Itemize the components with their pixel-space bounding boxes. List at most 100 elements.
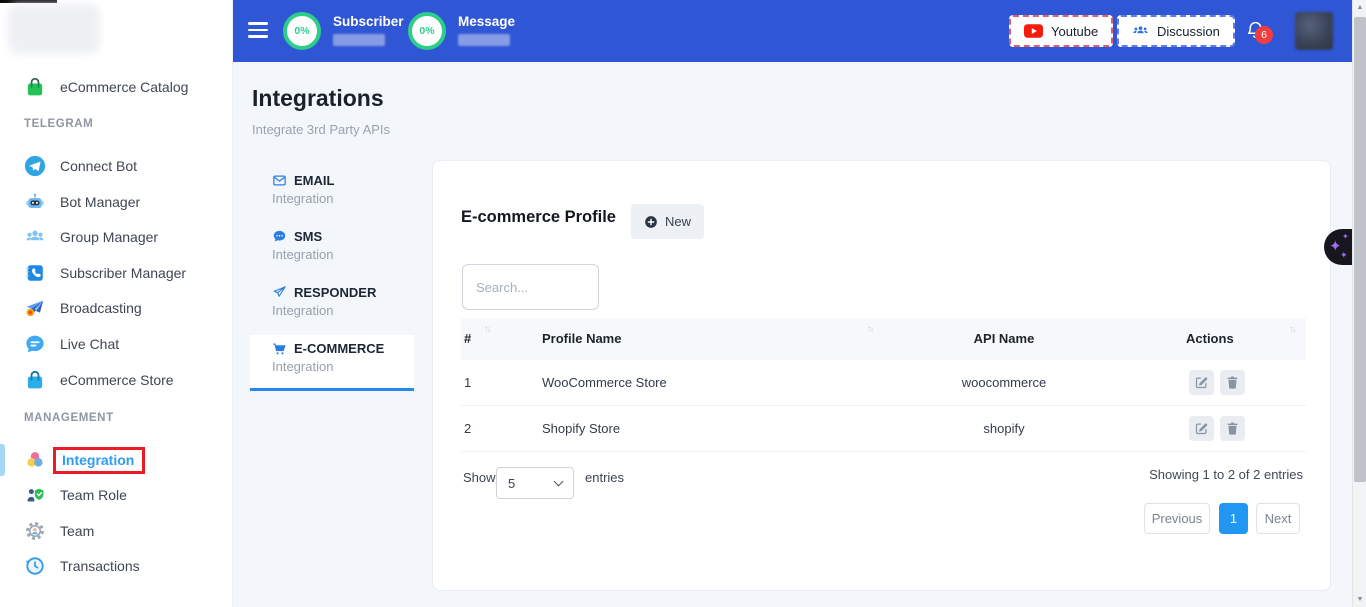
pagination-previous-button[interactable]: Previous bbox=[1144, 503, 1210, 534]
tab-subtitle: Integration bbox=[272, 247, 414, 262]
sort-icon[interactable]: ↑↓ bbox=[867, 324, 873, 335]
youtube-button[interactable]: Youtube bbox=[1009, 15, 1113, 47]
sidebar-item-label: Team Role bbox=[60, 487, 127, 503]
sidebar-item-ecommerce-catalog[interactable]: eCommerce Catalog bbox=[0, 69, 233, 105]
pagination-next-button[interactable]: Next bbox=[1256, 503, 1300, 534]
trash-icon bbox=[1225, 421, 1240, 436]
search-input[interactable] bbox=[462, 264, 599, 310]
notification-count-badge: 6 bbox=[1255, 26, 1273, 44]
page-title: Integrations bbox=[252, 85, 384, 112]
sidebar-item-label: eCommerce Catalog bbox=[60, 79, 188, 95]
robot-icon bbox=[24, 191, 46, 213]
tab-title: E-COMMERCE bbox=[294, 341, 384, 356]
tab-title: SMS bbox=[294, 229, 322, 244]
table-header: # ↑↓ Profile Name ↑↓ API Name Actions ↑↓ bbox=[461, 318, 1306, 360]
edit-button[interactable] bbox=[1189, 416, 1214, 441]
sidebar-item-group-manager[interactable]: Group Manager bbox=[0, 219, 233, 255]
sidebar-item-team[interactable]: Team bbox=[0, 513, 233, 549]
sidebar-section-telegram: TELEGRAM bbox=[24, 118, 93, 130]
new-button[interactable]: New bbox=[631, 204, 704, 239]
sidebar-item-label: Broadcasting bbox=[60, 300, 142, 316]
app-screen: eCommerce Catalog TELEGRAM Connect Bot B… bbox=[0, 0, 1366, 607]
sidebar-item-ecommerce-store[interactable]: eCommerce Store bbox=[0, 362, 233, 398]
ai-assistant-button[interactable]: ✦ ✦ ✦ bbox=[1324, 229, 1352, 265]
hamburger-menu-icon[interactable] bbox=[248, 22, 268, 42]
cell-api-name: woocommerce bbox=[924, 360, 1084, 406]
chevron-down-icon bbox=[554, 476, 564, 486]
message-progress-circle: 0% bbox=[408, 12, 446, 50]
column-header-num[interactable]: # bbox=[464, 318, 471, 360]
sidebar-item-subscriber-manager[interactable]: Subscriber Manager bbox=[0, 255, 233, 291]
show-label: Show bbox=[463, 470, 496, 485]
sidebar-item-broadcasting[interactable]: Broadcasting bbox=[0, 290, 233, 326]
cell-profile-name: WooCommerce Store bbox=[542, 360, 667, 406]
sort-icon[interactable]: ↑↓ bbox=[484, 324, 490, 335]
scrollbar-thumb[interactable] bbox=[1354, 17, 1366, 482]
message-stat-label: Message bbox=[458, 14, 515, 29]
trash-icon bbox=[1225, 375, 1240, 390]
scrollbar-up-arrow[interactable]: ▲ bbox=[1353, 4, 1366, 11]
sidebar-item-transactions[interactable]: Transactions bbox=[0, 548, 233, 584]
sidebar-item-connect-bot[interactable]: Connect Bot bbox=[0, 148, 233, 184]
column-header-profile-name[interactable]: Profile Name bbox=[542, 318, 621, 360]
youtube-icon bbox=[1024, 24, 1043, 38]
discussion-button-label: Discussion bbox=[1157, 24, 1220, 39]
tab-sms-integration[interactable]: SMS Integration bbox=[250, 223, 414, 279]
sidebar-item-label: Subscriber Manager bbox=[60, 265, 186, 281]
integration-subnav: EMAIL Integration SMS Integration RESPON… bbox=[250, 167, 414, 391]
sidebar-item-label: Group Manager bbox=[60, 229, 158, 245]
tab-subtitle: Integration bbox=[272, 191, 414, 206]
page-size-value: 5 bbox=[508, 476, 515, 491]
shopping-bag-green-icon bbox=[24, 76, 46, 98]
page-subtitle: Integrate 3rd Party APIs bbox=[252, 122, 390, 137]
sidebar-item-label: Integration bbox=[62, 452, 134, 468]
sort-icon[interactable]: ↑↓ bbox=[1289, 324, 1295, 335]
discussion-button[interactable]: Discussion bbox=[1117, 15, 1235, 47]
column-header-actions[interactable]: Actions bbox=[1186, 318, 1234, 360]
sidebar-item-label: Team bbox=[60, 523, 94, 539]
gear-person-icon bbox=[24, 520, 46, 542]
cart-icon bbox=[272, 341, 287, 356]
top-header: 0% Subscriber 0% Message Youtube Discuss… bbox=[233, 0, 1352, 62]
tab-email-integration[interactable]: EMAIL Integration bbox=[250, 167, 414, 223]
user-avatar[interactable] bbox=[1295, 12, 1333, 50]
card-title: E-commerce Profile bbox=[461, 208, 616, 227]
page-size-select[interactable]: 5 bbox=[496, 467, 574, 499]
tab-responder-integration[interactable]: RESPONDER Integration bbox=[250, 279, 414, 335]
scrollbar-down-arrow[interactable]: ▼ bbox=[1353, 596, 1366, 603]
tab-subtitle: Integration bbox=[272, 303, 414, 318]
pagination-page-1-button[interactable]: 1 bbox=[1219, 503, 1248, 534]
edit-button[interactable] bbox=[1189, 370, 1214, 395]
column-header-api-name[interactable]: API Name bbox=[924, 318, 1084, 360]
sms-icon bbox=[272, 229, 287, 244]
showing-entries-text: Showing 1 to 2 of 2 entries bbox=[1149, 467, 1303, 482]
sidebar-item-live-chat[interactable]: Live Chat bbox=[0, 326, 233, 362]
scrollbar[interactable]: ▲ ▼ bbox=[1352, 0, 1366, 607]
edit-icon bbox=[1194, 375, 1209, 390]
table-row: 2 Shopify Store shopify bbox=[461, 406, 1306, 452]
cell-num: 1 bbox=[464, 360, 471, 406]
app-logo bbox=[8, 4, 100, 54]
delete-button[interactable] bbox=[1220, 416, 1245, 441]
annotation-box: Integration bbox=[53, 447, 145, 474]
main-content: Integrations Integrate 3rd Party APIs EM… bbox=[233, 62, 1352, 607]
new-button-label: New bbox=[665, 214, 691, 229]
tab-subtitle: Integration bbox=[272, 359, 414, 374]
message-percent: 0% bbox=[419, 25, 434, 37]
ecommerce-profile-card: E-commerce Profile New # ↑↓ Profile Name… bbox=[432, 160, 1331, 591]
tab-ecommerce-integration[interactable]: E-COMMERCE Integration bbox=[250, 335, 414, 391]
delete-button[interactable] bbox=[1220, 370, 1245, 395]
history-clock-icon bbox=[24, 555, 46, 577]
discussion-people-icon bbox=[1132, 23, 1149, 40]
cell-num: 2 bbox=[464, 406, 471, 452]
tab-title: EMAIL bbox=[294, 173, 334, 188]
integration-circles-icon bbox=[24, 449, 46, 471]
tab-title: RESPONDER bbox=[294, 285, 376, 300]
sidebar-item-team-role[interactable]: Team Role bbox=[0, 477, 233, 513]
subscriber-progress-circle: 0% bbox=[283, 12, 321, 50]
sidebar-item-label: Connect Bot bbox=[60, 158, 137, 174]
sidebar-section-management: MANAGEMENT bbox=[24, 412, 114, 424]
sidebar-item-bot-manager[interactable]: Bot Manager bbox=[0, 184, 233, 220]
sidebar-item-integration[interactable]: Integration bbox=[0, 442, 233, 478]
logo-top-line bbox=[0, 0, 57, 3]
